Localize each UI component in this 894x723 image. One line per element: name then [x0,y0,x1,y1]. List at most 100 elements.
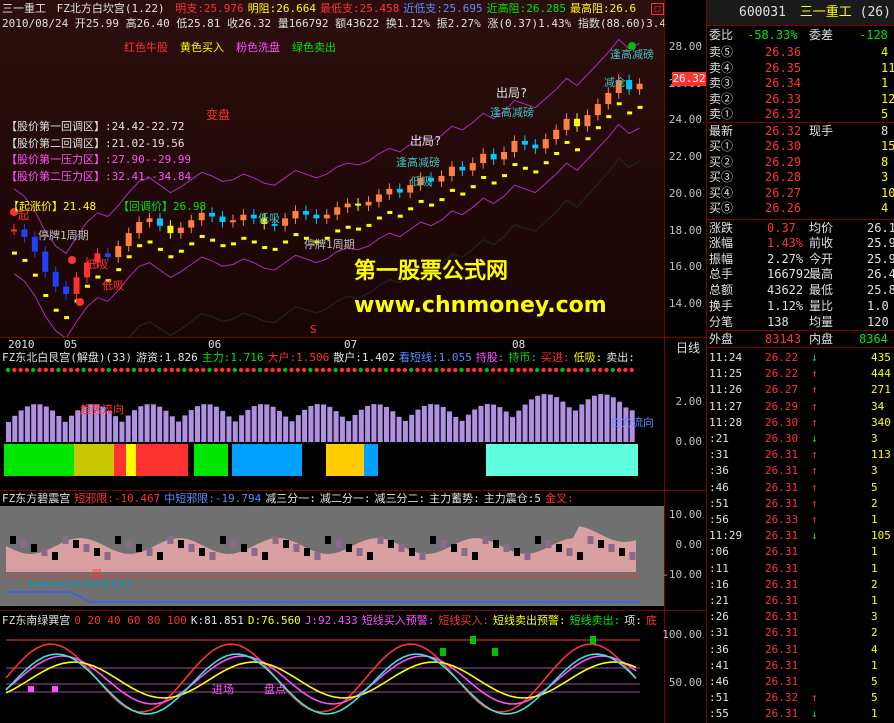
zone-label-1: 【股价第二回调区】:21.02-19.56 [6,136,185,150]
ask-row-3[interactable]: 卖③ 26.34 1 [707,75,894,91]
trend-block [364,444,378,476]
panel4-kdj-chart[interactable] [0,628,664,723]
buy-signal-mark [28,686,34,692]
panel3-buy-label: 买 [91,568,102,581]
bid-row-2[interactable]: 买② 26.29 8 [707,154,894,170]
tick-price: 26.31 [765,529,799,543]
tick-row[interactable]: 11:27 26.29 ↑ 34 [707,399,894,415]
tick-row[interactable]: :11 26.31 1 [707,561,894,577]
flow-bar [31,404,37,442]
main-field-4: 近高阻:26.285 [486,2,567,15]
ask-row-4[interactable]: 卖④ 26.35 113 [707,60,894,76]
bid-row-3-label: 买③ [709,170,734,184]
stock-code[interactable]: 600031 [739,5,786,20]
tick-row[interactable]: :16 26.31 2 [707,577,894,593]
stock-name[interactable]: 三一重工 [2,2,46,15]
tick-row[interactable]: :21 26.31 1 [707,593,894,609]
collapse-icon[interactable]: □ [651,3,664,15]
tick-row[interactable]: 11:28 26.30 ↑ 340 [707,415,894,431]
stat-label: 今开 [809,251,834,266]
candle-body [344,203,351,208]
tick-row[interactable]: :06 26.31 1 [707,544,894,560]
status-dot [157,367,162,373]
stat-label: 前收 [809,235,834,250]
panel3-chart[interactable] [0,506,664,606]
status-dot [43,367,48,373]
status-dot [81,367,86,373]
tick-row[interactable]: 11:24 26.22 ↓ 435 [707,350,894,366]
flow-bar [182,415,188,442]
flow-bar [276,410,282,442]
tick-row[interactable]: :31 26.31 ↑ 113 [707,447,894,463]
signal-marker [585,137,591,141]
stat-value: 1.43% [767,235,804,250]
signal-tick [52,582,56,586]
tick-row[interactable]: :21 26.30 ↓ 3 [707,431,894,447]
flow-bar [333,411,339,442]
inner-label: 内盘 [809,332,834,346]
tick-row[interactable]: :26 26.31 3 [707,609,894,625]
flow-bar [503,411,509,442]
tick-row[interactable]: 11:29 26.31 ↓ 105 [707,528,894,544]
status-dot [112,367,118,373]
candle-body [605,93,612,105]
tick-row[interactable]: :51 26.32 ↑ 5 [707,690,894,706]
tick-price: 26.29 [765,399,799,413]
stat-value: 25.9 [867,251,894,266]
tick-row[interactable]: :56 26.33 ↑ 1 [707,512,894,528]
panel2-flow-chart[interactable] [0,364,664,490]
ask-row-1[interactable]: 卖① 26.32 5 [707,106,894,122]
dixi-label-2: 低吸 [102,279,124,292]
signal-marker [220,244,226,248]
tick-volume: 4 [871,642,878,656]
candle-body [63,286,70,294]
tick-row[interactable]: :55 26.31 ↓ 1 [707,706,894,722]
stat-value: 1.12% [767,299,804,313]
flow-bar [478,405,484,442]
signal-tick [37,582,41,586]
signal-marker [43,293,49,297]
panel3-field-5: 主力蓄势: [429,492,480,505]
stat-value: 120 [867,314,889,329]
status-dot [232,367,237,373]
ask-row-5[interactable]: 卖⑤ 26.36 4 [707,44,894,60]
qi-label: 起 [18,209,29,222]
tick-row[interactable]: :36 26.31 4 [707,642,894,658]
candle-body [626,80,633,90]
tick-row[interactable]: :31 26.31 2 [707,625,894,641]
quote-stock-name[interactable]: 三一重工 [800,5,852,20]
ask-row-5-label: 卖⑤ [709,45,734,59]
flow-bar [56,415,62,442]
tick-row[interactable]: :46 26.31 5 [707,674,894,690]
bid-row-3[interactable]: 买③ 26.28 3 [707,169,894,185]
oscillator-candle [608,544,615,552]
tick-row[interactable]: 11:25 26.22 ↑ 444 [707,366,894,382]
fenggao-label-2: 逢高减磅 [490,106,534,119]
status-dot [188,367,193,373]
panel4-field-7: 项: [624,614,642,627]
oscillator-candle [388,540,394,548]
flow-bar [547,394,553,442]
outer-inner-row: 外盘 83143 内盘 8364 [707,330,894,346]
status-dot [616,367,622,373]
ask-row-2[interactable]: 卖② 26.33 12 [707,91,894,107]
bid-row-1[interactable]: 买① 26.30 15 [707,138,894,154]
tick-row[interactable]: 11:26 26.27 ↑ 271 [707,382,894,398]
tick-row[interactable]: :36 26.31 ↑ 3 [707,463,894,479]
flow-bar [573,410,578,442]
y-tick-label: 100.00 [662,628,702,641]
status-dot [591,367,597,373]
flow-bar [18,410,24,442]
main-header-fields: 明支:25.976 明阻:26.664 最低支:25.458 近低支:25.695 近高… [171,2,636,15]
tick-row[interactable]: :46 26.31 ↑ 5 [707,480,894,496]
bid-row-5[interactable]: 买⑤ 26.26 4 [707,200,894,216]
tick-time: :31 [709,448,729,462]
indicator-name[interactable]: FZ北方白坎宫(1.22) [57,2,165,15]
tick-time: 11:29 [709,529,743,543]
tick-row[interactable]: :41 26.31 1 [707,658,894,674]
weicha-value: -128 [859,28,888,42]
tick-row[interactable]: :51 26.31 ↑ 2 [707,496,894,512]
flow-bar [113,416,119,442]
ask-row-1-price: 26.32 [765,107,802,121]
bid-row-4[interactable]: 买④ 26.27 10 [707,185,894,201]
